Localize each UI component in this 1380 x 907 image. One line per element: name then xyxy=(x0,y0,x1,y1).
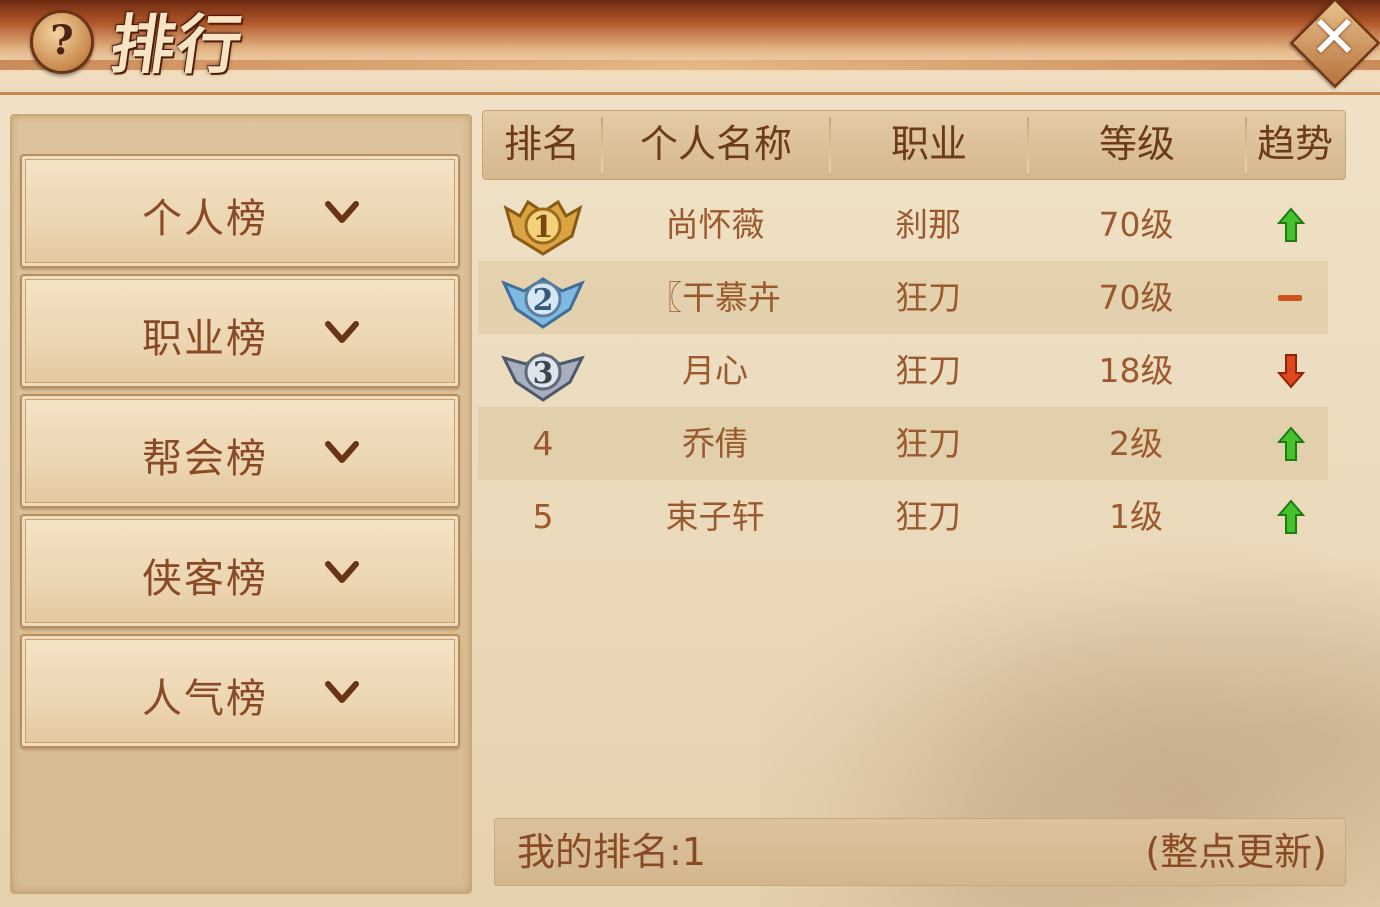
player-job: 狂刀 xyxy=(895,278,961,317)
chevron-down-icon xyxy=(325,321,359,343)
window-header: ? 排行 ✕ xyxy=(0,0,1380,95)
tab-label: 人气榜 xyxy=(142,676,268,722)
my-rank-bar: 我的排名:1 (整点更新) xyxy=(494,818,1346,886)
player-name: 乔倩 xyxy=(682,424,748,463)
player-job: 狂刀 xyxy=(895,351,961,390)
player-name: 月心 xyxy=(682,351,748,390)
trend-up-icon xyxy=(1277,499,1305,534)
table-row[interactable]: 5 束子轩 狂刀 1级 xyxy=(478,480,1328,553)
tab-label: 职业榜 xyxy=(142,316,268,362)
window-title: 排行 xyxy=(105,8,249,83)
player-name: 束子轩 xyxy=(665,497,765,536)
chevron-down-icon xyxy=(325,681,359,703)
header-level: 等级 xyxy=(1098,122,1175,166)
header-name: 个人名称 xyxy=(639,122,792,166)
table-row[interactable]: 2 〖干慕卉 狂刀 70级 xyxy=(478,261,1328,334)
table-row[interactable]: 4 乔倩 狂刀 2级 xyxy=(478,407,1328,480)
trend-up-icon xyxy=(1277,207,1305,242)
help-button[interactable]: ? xyxy=(30,10,94,74)
tab-job-ranking[interactable]: 职业榜 xyxy=(20,274,460,388)
tab-popularity-ranking[interactable]: 人气榜 xyxy=(20,634,460,748)
player-level: 1级 xyxy=(1109,497,1163,536)
svg-text:1: 1 xyxy=(533,210,554,245)
chevron-down-icon xyxy=(325,441,359,463)
player-job: 狂刀 xyxy=(895,497,961,536)
ranking-category-panel: 个人榜 职业榜 帮会榜 侠客榜 人气榜 xyxy=(10,114,472,894)
rank-number: 4 xyxy=(532,424,554,463)
silver-medal-icon: 2 xyxy=(501,277,585,329)
player-job: 刹那 xyxy=(895,205,961,244)
header-rank: 排名 xyxy=(503,122,580,166)
trend-up-icon xyxy=(1277,426,1305,461)
update-note: (整点更新) xyxy=(1145,830,1327,874)
chevron-down-icon xyxy=(325,561,359,583)
player-level: 70级 xyxy=(1098,278,1174,317)
player-name: 〖干慕卉 xyxy=(649,278,781,317)
svg-text:2: 2 xyxy=(533,283,554,318)
trend-same-icon xyxy=(1278,295,1302,301)
table-row[interactable]: 3 月心 狂刀 18级 xyxy=(478,334,1328,407)
tab-guild-ranking[interactable]: 帮会榜 xyxy=(20,394,460,508)
player-job: 狂刀 xyxy=(895,424,961,463)
trend-down-icon xyxy=(1277,354,1305,389)
my-rank-text: 我的排名:1 xyxy=(517,830,706,874)
player-level: 18级 xyxy=(1098,351,1174,390)
tab-personal-ranking[interactable]: 个人榜 xyxy=(20,154,460,268)
tab-label: 帮会榜 xyxy=(142,436,268,482)
gold-medal-icon: 1 xyxy=(503,199,583,256)
svg-text:3: 3 xyxy=(533,356,554,391)
table-row[interactable]: 1 尚怀薇 刹那 70级 xyxy=(478,188,1328,261)
bronze-medal-icon: 3 xyxy=(501,352,585,402)
player-name: 尚怀薇 xyxy=(665,205,765,244)
header-trend: 趋势 xyxy=(1256,122,1333,166)
ranking-table-header: 排名 个人名称 职业 等级 趋势 xyxy=(482,110,1346,180)
tab-hero-ranking[interactable]: 侠客榜 xyxy=(20,514,460,628)
rank-number: 5 xyxy=(532,497,554,536)
chevron-down-icon xyxy=(325,201,359,223)
tab-label: 侠客榜 xyxy=(142,556,268,602)
close-icon[interactable]: ✕ xyxy=(1302,2,1366,72)
tab-label: 个人榜 xyxy=(142,196,268,242)
header-job: 职业 xyxy=(890,122,967,166)
player-level: 70级 xyxy=(1098,205,1174,244)
player-level: 2级 xyxy=(1109,424,1163,463)
